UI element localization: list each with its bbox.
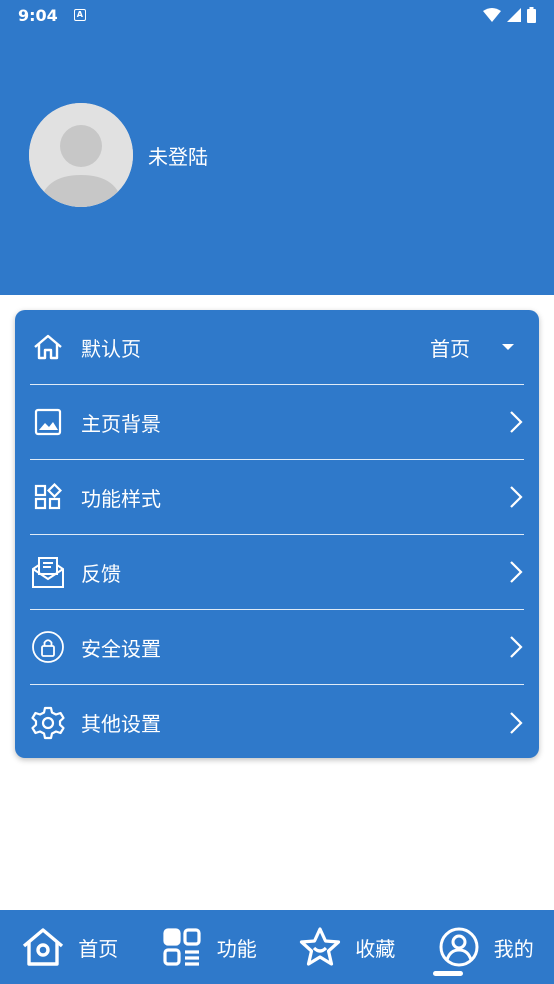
settings-row-function-style[interactable]: 功能样式 <box>30 460 524 535</box>
profile-block[interactable]: 未登陆 <box>29 103 208 207</box>
person-icon <box>436 924 482 970</box>
tab-label: 功能 <box>216 936 257 961</box>
tab-mine[interactable]: 我的 <box>416 910 554 984</box>
widgets-icon <box>30 479 66 515</box>
tab-favorites[interactable]: 收藏 <box>277 910 416 984</box>
tab-home[interactable]: 首页 <box>0 910 139 984</box>
star-icon <box>297 924 343 970</box>
grid-icon <box>159 924 205 970</box>
mail-feedback-icon <box>30 554 66 590</box>
profile-header: 9:04 A 未登陆 <box>0 0 554 295</box>
settings-row-label: 功能样式 <box>81 486 161 511</box>
chevron-right-icon <box>506 633 526 661</box>
chevron-right-icon <box>506 709 526 737</box>
avatar[interactable] <box>29 103 133 207</box>
image-icon <box>30 404 66 440</box>
settings-row-label: 其他设置 <box>81 712 161 736</box>
tab-label: 首页 <box>78 936 119 961</box>
settings-row-label: 主页背景 <box>81 411 161 436</box>
wifi-icon <box>483 8 501 22</box>
home-icon <box>20 924 66 970</box>
username-label[interactable]: 未登陆 <box>148 141 208 170</box>
bottom-tab-bar: 首页 功能 收藏 我的 <box>0 910 554 984</box>
notification-badge: A <box>73 9 86 21</box>
chevron-right-icon <box>506 483 526 511</box>
settings-row-security[interactable]: 安全设置 <box>30 610 524 685</box>
status-time: 9:04 <box>18 5 58 25</box>
tab-label: 收藏 <box>355 936 396 961</box>
settings-row-label: 默认页 <box>81 336 141 361</box>
default-page-value[interactable]: 首页 <box>430 333 470 362</box>
cell-signal-icon <box>507 8 521 22</box>
status-bar: 9:04 A <box>0 0 554 30</box>
gear-icon <box>30 705 66 741</box>
dropdown-caret-icon[interactable] <box>502 343 514 351</box>
lock-icon <box>30 629 66 665</box>
settings-row-feedback[interactable]: 反馈 <box>30 535 524 610</box>
chevron-right-icon <box>506 558 526 586</box>
default-avatar-icon <box>29 103 133 207</box>
settings-row-home-background[interactable]: 主页背景 <box>30 385 524 460</box>
tab-functions[interactable]: 功能 <box>139 910 278 984</box>
active-tab-indicator <box>432 971 463 976</box>
chevron-right-icon <box>506 408 526 436</box>
home-icon <box>30 329 66 365</box>
settings-row-default-page[interactable]: 默认页 首页 <box>30 310 524 385</box>
settings-row-label: 反馈 <box>81 561 121 586</box>
settings-row-other[interactable]: 其他设置 <box>30 685 524 760</box>
settings-card: 默认页 首页 主页背景 功能样式 反馈 安全设置 其他设置 <box>15 310 539 758</box>
battery-icon <box>527 7 536 23</box>
tab-label: 我的 <box>493 936 534 961</box>
settings-row-label: 安全设置 <box>81 636 161 661</box>
